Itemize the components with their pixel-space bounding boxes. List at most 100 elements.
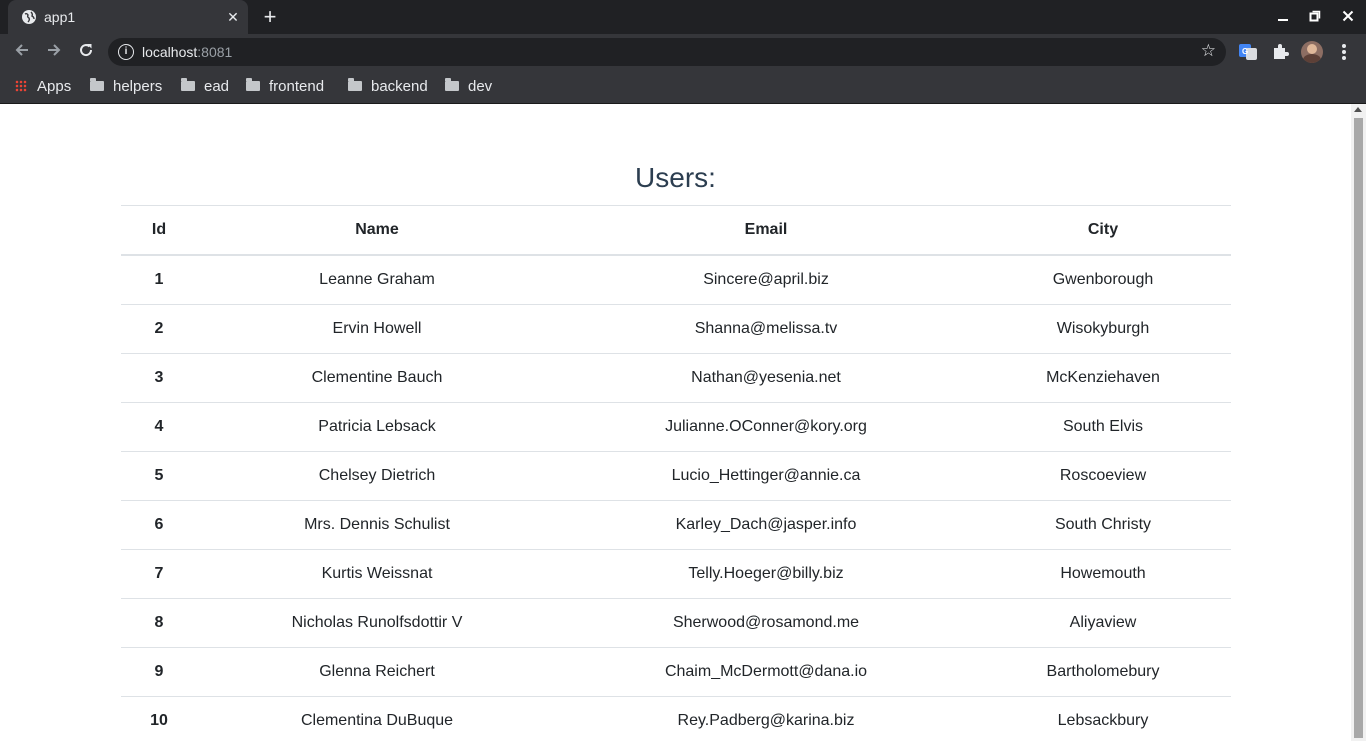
cell-id: 7 [121,549,197,599]
cell-name: Nicholas Runolfsdottir V [197,598,557,648]
translate-icon[interactable]: G [1238,42,1258,62]
bookmark-star-icon[interactable]: ☆ [1201,41,1216,61]
site-info-icon[interactable]: i [118,44,134,60]
restore-icon[interactable] [1303,6,1327,28]
folder-icon [90,78,104,91]
page-title: Users: [635,162,716,193]
cell-id: 6 [121,500,197,550]
cell-name: Clementine Bauch [197,353,557,403]
cell-name: Clementina DuBuque [197,696,557,741]
cell-city: South Elvis [975,402,1231,452]
cell-id: 8 [121,598,197,648]
cell-email: Lucio_Hettinger@annie.ca [557,451,975,501]
cell-email: Nathan@yesenia.net [557,353,975,403]
page-viewport: Users: Id Name Email City 1 Leanne Graha… [0,104,1351,741]
cell-email: Rey.Padberg@karina.biz [557,696,975,741]
bookmark-backend[interactable]: backend [348,77,428,97]
cell-city: Aliyaview [975,598,1231,648]
close-tab-icon[interactable]: ✕ [224,8,242,26]
folder-icon [246,78,260,91]
column-header-id: Id [121,205,197,256]
bookmark-label: Apps [37,78,72,95]
table-row: 7 Kurtis Weissnat Telly.Hoeger@billy.biz… [121,549,1231,599]
scroll-up-icon[interactable] [1354,107,1362,112]
table-row: 10 Clementina DuBuque Rey.Padberg@karina… [121,696,1231,741]
bookmark-label: helpers [113,78,163,95]
bookmark-frontend[interactable]: frontend [246,77,324,97]
browser-toolbar: i localhost:8081 ☆ G [0,34,1366,70]
table-row: 1 Leanne Graham Sincere@april.biz Gwenbo… [121,254,1231,305]
back-icon[interactable] [10,40,34,64]
cell-name: Chelsey Dietrich [197,451,557,501]
cell-name: Kurtis Weissnat [197,549,557,599]
apps-grid-icon [15,80,27,92]
column-header-city: City [975,205,1231,256]
cell-city: Bartholomebury [975,647,1231,697]
cell-id: 9 [121,647,197,697]
folder-icon [181,78,195,91]
reload-icon[interactable] [74,40,98,64]
table-row: 4 Patricia Lebsack Julianne.OConner@kory… [121,402,1231,452]
column-header-email: Email [557,205,975,256]
extensions-icon[interactable] [1270,42,1290,62]
table-row: 5 Chelsey Dietrich Lucio_Hettinger@annie… [121,451,1231,501]
cell-name: Patricia Lebsack [197,402,557,452]
bookmark-label: frontend [269,78,325,95]
cell-name: Leanne Graham [197,254,557,305]
cell-name: Glenna Reichert [197,647,557,697]
bookmark-apps[interactable]: Apps [15,77,71,97]
folder-icon [348,78,362,91]
forward-icon[interactable] [42,40,66,64]
cell-city: Roscoeview [975,451,1231,501]
bookmark-ead[interactable]: ead [181,77,229,97]
cell-email: Julianne.OConner@kory.org [557,402,975,452]
tab-strip: app1 ✕ + [0,0,1366,34]
tab-app1[interactable]: app1 ✕ [8,0,248,34]
close-window-icon[interactable] [1336,6,1360,28]
cell-id: 4 [121,402,197,452]
users-table: Id Name Email City 1 Leanne Graham Since… [121,205,1231,741]
table-row: 2 Ervin Howell Shanna@melissa.tv Wisokyb… [121,304,1231,354]
cell-id: 2 [121,304,197,354]
page-scrollbar[interactable] [1351,104,1366,741]
bookmark-label: backend [371,78,428,95]
cell-email: Sincere@april.biz [557,254,975,305]
cell-city: South Christy [975,500,1231,550]
folder-icon [445,78,459,91]
cell-id: 5 [121,451,197,501]
bookmarks-bar: Apps helpers ead frontend backend dev [0,70,1366,104]
new-tab-button[interactable]: + [258,6,282,28]
cell-email: Sherwood@rosamond.me [557,598,975,648]
profile-avatar[interactable] [1301,41,1323,63]
table-header-row: Id Name Email City [121,205,1231,256]
cell-city: Howemouth [975,549,1231,599]
minimize-icon[interactable] [1271,6,1295,28]
menu-kebab-icon[interactable] [1336,42,1352,62]
url-host: localhost [142,44,198,60]
bookmark-label: dev [468,78,493,95]
cell-city: Gwenborough [975,254,1231,305]
table-row: 6 Mrs. Dennis Schulist Karley_Dach@jaspe… [121,500,1231,550]
cell-name: Mrs. Dennis Schulist [197,500,557,550]
bookmark-label: ead [204,78,230,95]
globe-icon [22,10,36,24]
table-row: 3 Clementine Bauch Nathan@yesenia.net Mc… [121,353,1231,403]
bookmark-dev[interactable]: dev [445,77,492,97]
cell-city: McKenziehaven [975,353,1231,403]
cell-id: 10 [121,696,197,741]
cell-email: Telly.Hoeger@billy.biz [557,549,975,599]
address-bar[interactable]: i localhost:8081 ☆ [108,38,1226,66]
tab-title: app1 [44,9,76,25]
svg-text:G: G [1242,47,1248,56]
cell-city: Lebsackbury [975,696,1231,741]
column-header-name: Name [197,205,557,256]
cell-city: Wisokyburgh [975,304,1231,354]
bookmark-helpers[interactable]: helpers [90,77,162,97]
table-row: 9 Glenna Reichert Chaim_McDermott@dana.i… [121,647,1231,697]
cell-email: Chaim_McDermott@dana.io [557,647,975,697]
cell-id: 3 [121,353,197,403]
table-row: 8 Nicholas Runolfsdottir V Sherwood@rosa… [121,598,1231,648]
cell-email: Karley_Dach@jasper.info [557,500,975,550]
url-text: localhost:8081 [142,44,232,60]
scrollbar-thumb[interactable] [1354,118,1363,738]
